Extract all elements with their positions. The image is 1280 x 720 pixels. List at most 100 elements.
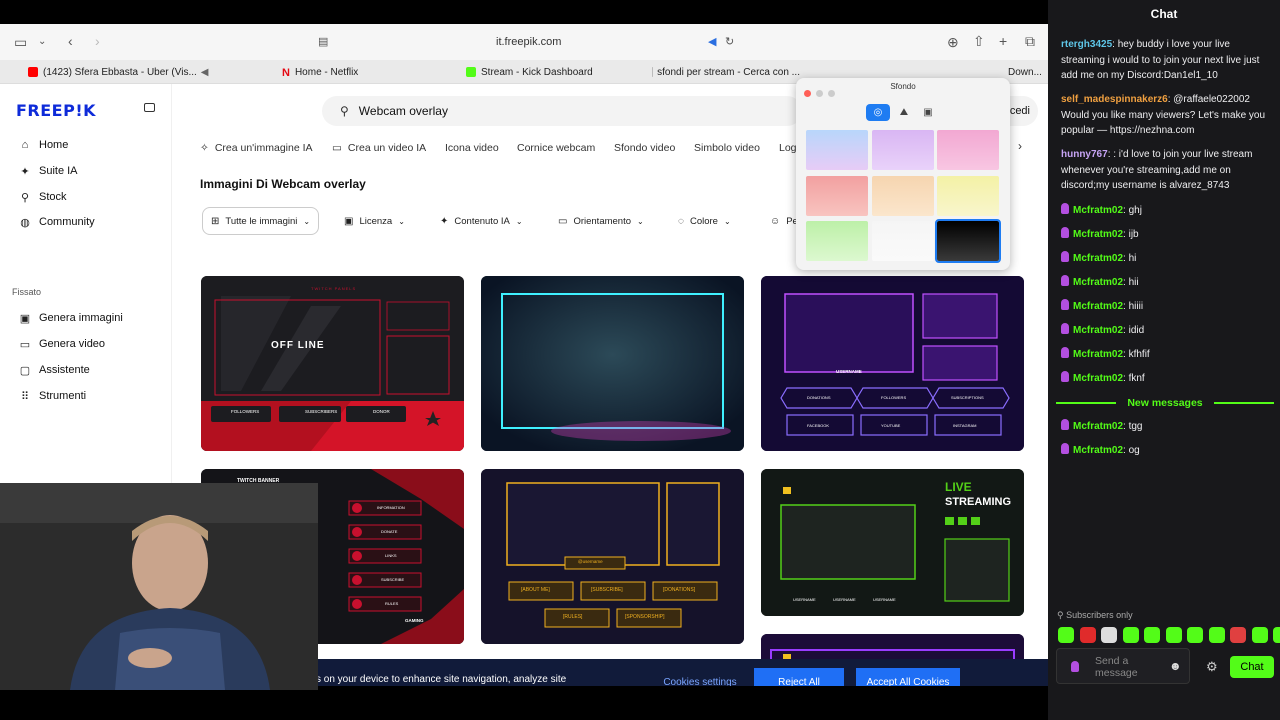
category-ai-video[interactable]: ▭ Crea un video IA	[332, 138, 426, 158]
result-card-purple-panels[interactable]: USERNAME DONATIONS FOLLOWERS SUBSCRIPTIO…	[761, 276, 1024, 451]
chevron-down-icon: ⌄	[398, 216, 405, 226]
sidebar-item-genera-immagini[interactable]: ▣ Genera immagini	[18, 308, 123, 328]
sidebar-item-assistente[interactable]: ▢ Assistente	[18, 360, 90, 380]
chat-username[interactable]: Mcfratm02	[1073, 421, 1123, 432]
result-card-neon-frame[interactable]	[481, 276, 744, 451]
filter-all-images[interactable]: ⊞ Tutte le immagini ⌄	[202, 207, 320, 235]
category-webcam-frame[interactable]: Cornice webcam	[517, 138, 595, 158]
reader-icon[interactable]: ▤	[318, 35, 328, 49]
result-card-red-offline[interactable]: OFF LINE TWITCH PANELS FOLLOWERS SUBSCRI…	[201, 276, 464, 451]
chat-send-button[interactable]: Chat	[1230, 656, 1274, 678]
tab-overview-icon[interactable]: ⧉	[1025, 34, 1035, 48]
category-ai-image[interactable]: ✧ Crea un'immagine IA	[200, 138, 313, 158]
emote-icon[interactable]	[1101, 627, 1117, 643]
cookies-settings-link[interactable]: Cookies settings	[654, 668, 746, 687]
emote-icon[interactable]	[1273, 627, 1280, 643]
background-swatch[interactable]	[872, 176, 934, 216]
reject-all-button[interactable]: Reject All	[754, 668, 844, 686]
close-icon[interactable]	[804, 90, 811, 97]
background-swatch[interactable]	[937, 130, 999, 170]
chat-username[interactable]: self_madespinnakerz6	[1061, 94, 1168, 105]
accept-all-cookies-button[interactable]: Accept All Cookies	[856, 668, 960, 686]
download-icon[interactable]: ⊕	[947, 35, 959, 49]
reload-icon[interactable]: ↻	[725, 35, 734, 49]
mic-badge-icon	[1061, 275, 1069, 286]
chat-username[interactable]: Mcfratm02	[1073, 373, 1123, 384]
emote-icon[interactable]	[1208, 627, 1225, 643]
chat-username[interactable]: Mcfratm02	[1073, 445, 1123, 456]
tab-kick[interactable]: Stream - Kick Dashboard	[466, 60, 626, 84]
address-bar[interactable]: it.freepik.com	[496, 36, 561, 48]
sidebar-item-stock[interactable]: ⚲ Stock	[18, 187, 67, 207]
background-swatch[interactable]	[806, 130, 868, 170]
sidebar-item-strumenti[interactable]: ⠿ Strumenti	[18, 386, 86, 406]
emote-icon[interactable]	[1251, 627, 1268, 643]
sidebar-item-community[interactable]: ◍ Community	[18, 212, 94, 232]
chat-username[interactable]: Mcfratm02	[1073, 301, 1123, 312]
emote-icon[interactable]	[1230, 627, 1246, 643]
tab-label: sfondi per stream - Cerca con ...	[657, 66, 800, 78]
emote-icon[interactable]	[1144, 627, 1160, 643]
chat-username[interactable]: rtergh3425	[1061, 39, 1112, 50]
sidebar-item-genera-video[interactable]: ▭ Genera video	[18, 334, 105, 354]
speaker-icon[interactable]: ◀	[708, 35, 716, 49]
background-swatch[interactable]	[937, 176, 999, 216]
background-swatch[interactable]	[806, 221, 868, 261]
forward-icon[interactable]: ›	[95, 34, 100, 48]
chat-username[interactable]: Mcfratm02	[1073, 205, 1123, 216]
freepik-logo[interactable]: FREEP!K	[16, 101, 96, 120]
filter-license[interactable]: ▣ Licenza ⌄	[336, 207, 413, 235]
background-swatch[interactable]	[806, 176, 868, 216]
minimize-icon[interactable]	[816, 90, 823, 97]
sidebar-item-suite-ia[interactable]: ✦ Suite IA	[18, 161, 77, 181]
filter-label: Orientamento	[573, 215, 632, 227]
emoji-icon[interactable]: ☻	[1169, 659, 1182, 673]
category-video-icon[interactable]: Icona video	[445, 138, 499, 158]
category-logo[interactable]: Log	[779, 138, 797, 158]
landscape-tab-icon[interactable]: ⛰	[892, 104, 916, 121]
chat-username[interactable]: Mcfratm02	[1073, 277, 1123, 288]
background-swatch[interactable]	[872, 130, 934, 170]
share-icon[interactable]: ⇧	[973, 34, 985, 48]
background-swatch[interactable]	[935, 219, 1001, 263]
filter-orientation[interactable]: ▭ Orientamento ⌄	[550, 207, 652, 235]
background-swatch[interactable]	[872, 221, 934, 261]
search-input[interactable]: ⚲ Webcam overlay	[322, 96, 802, 126]
zoom-icon[interactable]	[828, 90, 835, 97]
sidebar-item-home[interactable]: ⌂ Home	[18, 135, 69, 155]
emote-icon[interactable]	[1058, 627, 1074, 643]
send-message-input[interactable]: Send a message ☻	[1056, 648, 1190, 684]
result-card-golden-frame[interactable]: @username [ABOUT ME] [SUBSCRIBE] [DONATI…	[481, 469, 744, 644]
chat-username[interactable]: Mcfratm02	[1073, 253, 1123, 264]
category-video-background[interactable]: Sfondo video	[614, 138, 675, 158]
chat-username[interactable]: hunny767	[1061, 149, 1108, 160]
emote-icon[interactable]	[1122, 627, 1139, 643]
photo-tab-icon[interactable]: ▣	[916, 104, 940, 121]
back-icon[interactable]: ‹	[68, 34, 73, 48]
chevron-right-icon[interactable]: ›	[1018, 139, 1022, 153]
tab-youtube[interactable]: (1423) Sfera Ebbasta - Uber (Vis... ◀	[28, 60, 218, 84]
filter-color[interactable]: ◌ Colore ⌄	[670, 207, 739, 235]
gradient-tab-icon[interactable]: ◎	[866, 104, 890, 121]
sidebar-toggle-icon[interactable]: ▭	[14, 35, 27, 49]
emote-icon[interactable]	[1165, 627, 1182, 643]
new-tab-icon[interactable]: +	[999, 34, 1007, 48]
palette-icon: ◌	[678, 215, 684, 227]
chat-username[interactable]: Mcfratm02	[1073, 349, 1123, 360]
mic-badge-icon	[1061, 203, 1069, 214]
category-video-symbol[interactable]: Simbolo video	[694, 138, 760, 158]
speaker-icon[interactable]: ◀	[201, 67, 209, 78]
filter-ai-content[interactable]: ✦ Contenuto IA ⌄	[432, 207, 531, 235]
tab-netflix[interactable]: N Home - Netflix	[282, 60, 422, 84]
netflix-icon: N	[282, 67, 290, 79]
tab-google[interactable]: sfondi per stream - Cerca con ...	[652, 60, 800, 84]
collapse-sidebar-icon[interactable]	[144, 103, 155, 112]
tab-downloads[interactable]: Down...	[1008, 60, 1048, 84]
chat-username[interactable]: Mcfratm02	[1073, 325, 1123, 336]
settings-gear-icon[interactable]: ⚙	[1206, 659, 1218, 675]
result-card-green-streaming[interactable]: LIVE STREAMING USERNAME USERNAME USERNAM…	[761, 469, 1024, 616]
chevron-down-icon[interactable]: ⌄	[38, 35, 46, 49]
emote-icon[interactable]	[1079, 627, 1096, 643]
emote-icon[interactable]	[1187, 627, 1203, 643]
chat-username[interactable]: Mcfratm02	[1073, 229, 1123, 240]
